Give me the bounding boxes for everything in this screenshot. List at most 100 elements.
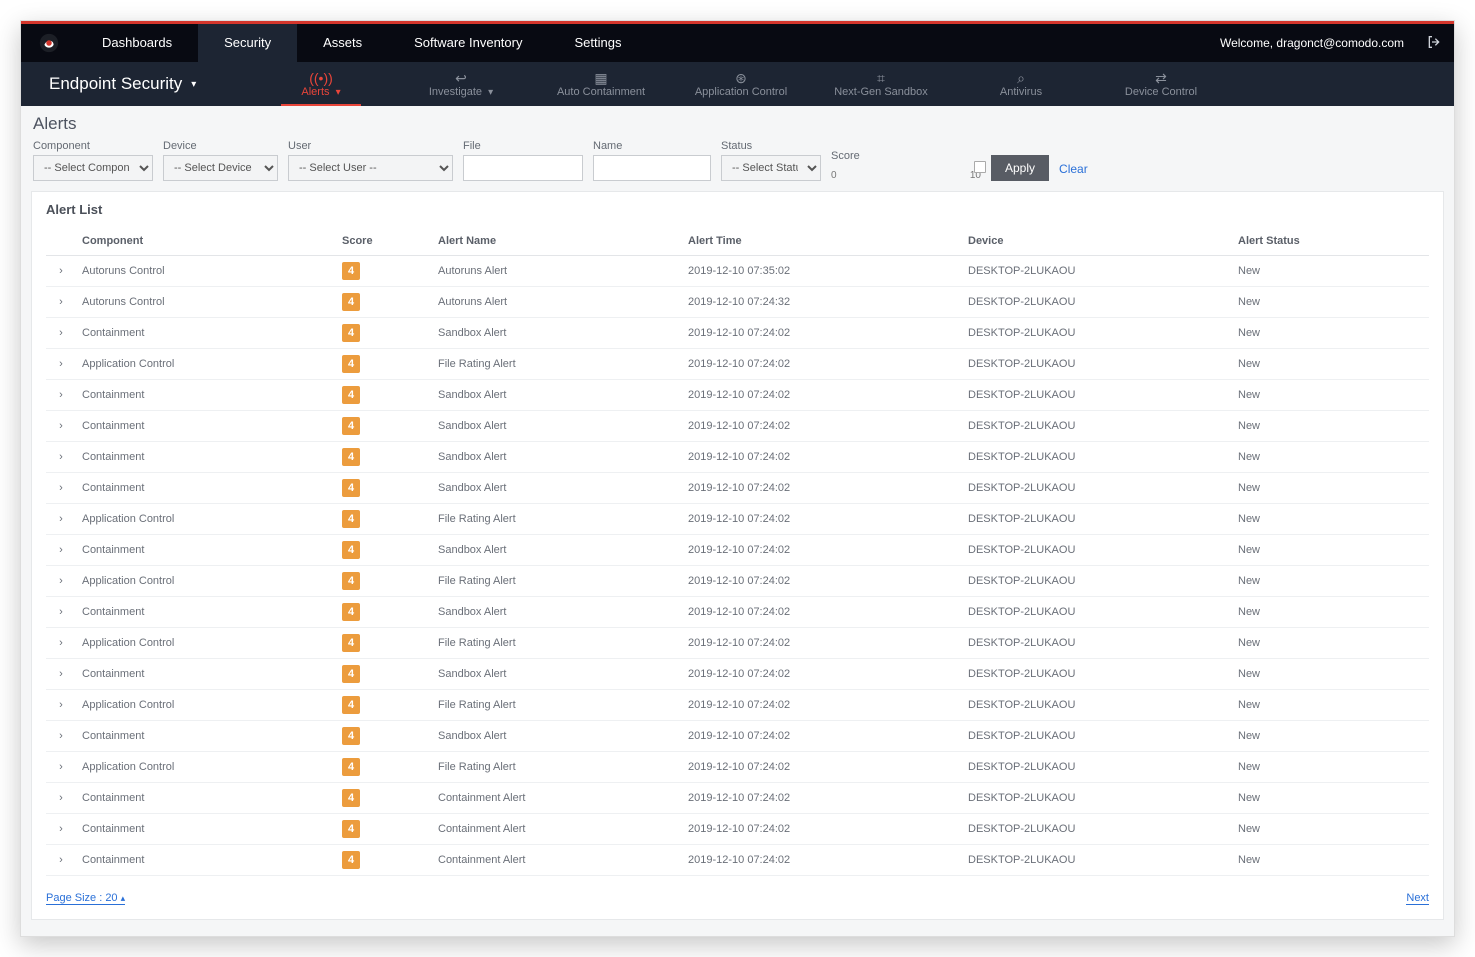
expand-row-icon[interactable]: › [46,814,76,845]
filters-bar: Component -- Select Component -- Device … [31,140,1444,181]
filter-component-select[interactable]: -- Select Component -- [33,155,153,181]
welcome-text: Welcome, dragonct@comodo.com [1220,36,1414,50]
page-heading: Alerts [31,114,1444,140]
logout-icon[interactable] [1414,34,1454,53]
cell-component: Autoruns Control [76,256,336,287]
score-badge: 4 [342,572,360,590]
expand-row-icon[interactable]: › [46,473,76,504]
expand-row-icon[interactable]: › [46,659,76,690]
chevron-down-icon: ▾ [336,87,341,98]
topnav-item-settings[interactable]: Settings [548,24,647,62]
subnav-tab-investigate[interactable]: ↩Investigate ▾ [391,62,531,106]
cell-alert-name: Autoruns Alert [432,287,682,318]
topnav-item-assets[interactable]: Assets [297,24,388,62]
cell-score: 4 [336,318,432,349]
expand-row-icon[interactable]: › [46,690,76,721]
expand-row-icon[interactable]: › [46,783,76,814]
cell-alert-time: 2019-12-10 07:24:02 [682,473,962,504]
list-footer: Page Size : 20 ▴ Next [46,892,1429,905]
chevron-down-icon: ▾ [488,87,493,98]
cell-device: DESKTOP-2LUKAOU [962,256,1232,287]
chevron-down-icon: ▾ [191,79,196,90]
expand-row-icon[interactable]: › [46,566,76,597]
table-row: ›Containment4Containment Alert2019-12-10… [46,783,1429,814]
th-alert-time[interactable]: Alert Time [682,227,962,256]
filter-file-input[interactable] [463,155,583,181]
apply-button[interactable]: Apply [991,155,1049,181]
cell-device: DESKTOP-2LUKAOU [962,814,1232,845]
cell-alert-time: 2019-12-10 07:24:02 [682,566,962,597]
subnav-title[interactable]: Endpoint Security ▾ [21,74,251,94]
filter-score-label: Score [831,150,981,162]
cell-alert-name: Sandbox Alert [432,318,682,349]
expand-row-icon[interactable]: › [46,318,76,349]
cell-alert-time: 2019-12-10 07:24:02 [682,845,962,876]
cell-status: New [1232,442,1429,473]
th-alert-name[interactable]: Alert Name [432,227,682,256]
subnav-tab-label: Next-Gen Sandbox [834,86,928,98]
score-badge: 4 [342,355,360,373]
clear-link[interactable]: Clear [1059,162,1088,181]
cell-score: 4 [336,504,432,535]
cell-component: Containment [76,442,336,473]
subnav-tab-label: Antivirus [1000,86,1042,98]
filter-user-label: User [288,140,453,152]
expand-row-icon[interactable]: › [46,845,76,876]
th-score[interactable]: Score [336,227,432,256]
cell-device: DESKTOP-2LUKAOU [962,752,1232,783]
topnav-item-software-inventory[interactable]: Software Inventory [388,24,548,62]
th-component[interactable]: Component [76,227,336,256]
cell-device: DESKTOP-2LUKAOU [962,318,1232,349]
filter-device-select[interactable]: -- Select Device -- [163,155,278,181]
cell-device: DESKTOP-2LUKAOU [962,411,1232,442]
topnav-item-security[interactable]: Security [198,24,297,62]
cell-alert-name: File Rating Alert [432,566,682,597]
table-row: ›Containment4Sandbox Alert2019-12-10 07:… [46,411,1429,442]
th-alert-status[interactable]: Alert Status [1232,227,1429,256]
cell-alert-name: Autoruns Alert [432,256,682,287]
cell-alert-name: Sandbox Alert [432,473,682,504]
subnav-tab-alerts[interactable]: ((•))Alerts ▾ [251,62,391,106]
table-row: ›Autoruns Control4Autoruns Alert2019-12-… [46,287,1429,318]
expand-row-icon[interactable]: › [46,535,76,566]
slider-handle-icon[interactable] [974,161,986,173]
cell-alert-time: 2019-12-10 07:24:02 [682,721,962,752]
subnav-tab-auto-containment[interactable]: ▦Auto Containment [531,62,671,106]
subnav-tab-label: Device Control [1125,86,1197,98]
th-device[interactable]: Device [962,227,1232,256]
expand-row-icon[interactable]: › [46,504,76,535]
table-row: ›Application Control4File Rating Alert20… [46,628,1429,659]
user-email: dragonct@comodo.com [1276,36,1404,50]
table-row: ›Containment4Sandbox Alert2019-12-10 07:… [46,535,1429,566]
topnav-item-dashboards[interactable]: Dashboards [76,24,198,62]
page-size-toggle[interactable]: Page Size : 20 ▴ [46,892,125,905]
expand-row-icon[interactable]: › [46,380,76,411]
subnav-tab-device-control[interactable]: ⇄Device Control [1091,62,1231,106]
cell-score: 4 [336,380,432,411]
expand-row-icon[interactable]: › [46,442,76,473]
filter-user-select[interactable]: -- Select User -- [288,155,453,181]
filter-file-label: File [463,140,583,152]
expand-row-icon[interactable]: › [46,752,76,783]
cell-score: 4 [336,287,432,318]
filter-name-input[interactable] [593,155,711,181]
next-page-link[interactable]: Next [1406,892,1429,905]
expand-row-icon[interactable]: › [46,287,76,318]
subnav-tab-application-control[interactable]: ⊛Application Control [671,62,811,106]
subnav-tab-next-gen-sandbox[interactable]: ⌗Next-Gen Sandbox [811,62,951,106]
cell-component: Containment [76,659,336,690]
table-row: ›Containment4Sandbox Alert2019-12-10 07:… [46,721,1429,752]
filter-status-select[interactable]: -- Select Status -- [721,155,821,181]
expand-row-icon[interactable]: › [46,349,76,380]
expand-row-icon[interactable]: › [46,597,76,628]
cell-device: DESKTOP-2LUKAOU [962,535,1232,566]
table-row: ›Containment4Sandbox Alert2019-12-10 07:… [46,659,1429,690]
score-min: 0 [831,170,837,181]
expand-row-icon[interactable]: › [46,721,76,752]
expand-row-icon[interactable]: › [46,628,76,659]
cell-status: New [1232,256,1429,287]
subnav-tab-antivirus[interactable]: ⌕Antivirus [951,62,1091,106]
expand-row-icon[interactable]: › [46,411,76,442]
cell-device: DESKTOP-2LUKAOU [962,473,1232,504]
expand-row-icon[interactable]: › [46,256,76,287]
